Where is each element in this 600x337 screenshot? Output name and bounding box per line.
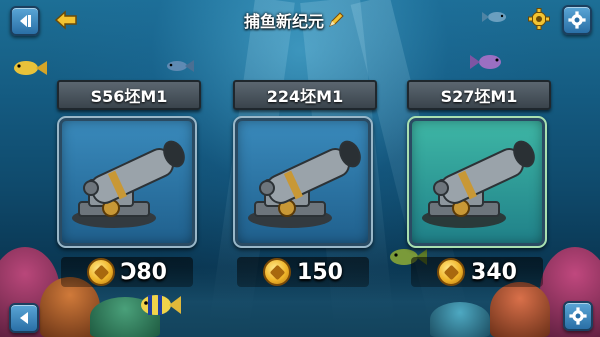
cannon-name-label: 224坯M1 — [233, 80, 377, 110]
price-value: 340 — [471, 259, 517, 285]
left-arrow-icon — [20, 312, 28, 324]
title-area: 捕鱼新纪元 — [244, 8, 344, 32]
cannon-icon — [422, 140, 535, 228]
coral — [430, 302, 490, 337]
cannon-icon — [72, 140, 185, 228]
price-value: 150 — [297, 259, 343, 285]
pencil-icon — [329, 12, 344, 27]
cannon-name-label: S56坯M1 — [57, 80, 201, 110]
coin-icon — [87, 258, 115, 286]
cannon-frame-selected[interactable] — [407, 116, 547, 248]
coin-icon — [437, 258, 466, 286]
back-button[interactable] — [54, 10, 78, 30]
page-title: 捕鱼新纪元 — [244, 12, 325, 31]
back-arrow-icon — [54, 10, 77, 30]
fish-decoration — [141, 295, 181, 315]
previous-button[interactable] — [9, 303, 39, 333]
gear-icon — [528, 8, 550, 30]
cannon-name-label: S27坯M1 — [407, 80, 551, 110]
game-screen: 捕鱼新纪元 S56坯M1 Ͻ80 224坯M1 150 S27坯M1 340 — [0, 0, 600, 337]
cannon-frame[interactable] — [57, 116, 197, 248]
fish-decoration — [167, 60, 194, 72]
pause-icon — [20, 15, 31, 27]
settings-button[interactable] — [562, 5, 592, 35]
fish-decoration — [470, 55, 501, 69]
price-tag: 150 — [237, 257, 369, 287]
fish-decoration — [14, 61, 47, 75]
gear-button[interactable] — [528, 8, 550, 30]
cannon-icon — [248, 140, 361, 228]
price-tag: Ͻ80 — [61, 257, 193, 287]
pause-button[interactable] — [10, 6, 40, 36]
coral — [490, 282, 550, 337]
coin-icon — [263, 258, 292, 286]
price-value: Ͻ80 — [121, 259, 167, 285]
price-tag: 340 — [411, 257, 543, 287]
bottom-settings-button[interactable] — [563, 301, 593, 331]
settings-icon — [568, 11, 586, 29]
fish-decoration — [482, 12, 506, 22]
gear-icon — [569, 307, 587, 325]
cannon-frame[interactable] — [233, 116, 373, 248]
